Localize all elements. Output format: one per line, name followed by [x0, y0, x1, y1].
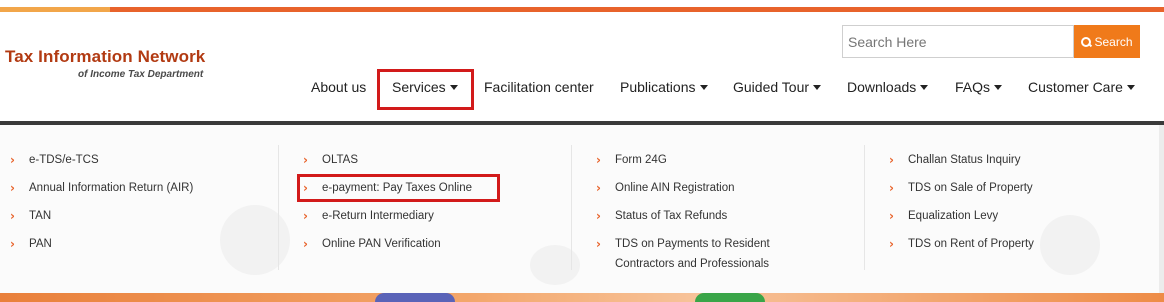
menu-link-form-24g[interactable]: Form 24G	[615, 150, 667, 170]
column-divider	[864, 145, 865, 270]
nav-faqs[interactable]: FAQs	[955, 79, 1003, 95]
column-divider	[278, 145, 279, 270]
menu-link-tds-rent-of-property[interactable]: TDS on Rent of Property	[908, 234, 1034, 254]
nav-customer-care-label: Customer Care	[1028, 79, 1123, 95]
nav-facilitation-center-label: Facilitation center	[484, 79, 594, 95]
chevron-right-icon: ›	[303, 209, 308, 223]
nav-downloads-label: Downloads	[847, 79, 917, 95]
search-button[interactable]: Search	[1074, 25, 1140, 58]
chevron-right-icon: ›	[303, 153, 308, 167]
nav-facilitation-center[interactable]: Facilitation center	[484, 79, 594, 95]
site-title: Tax Information Network	[5, 47, 206, 66]
hero-banner	[0, 293, 1164, 302]
nav-faqs-label: FAQs	[955, 79, 991, 95]
nav-publications[interactable]: Publications	[620, 79, 708, 95]
menu-link-status-of-tax-refunds[interactable]: Status of Tax Refunds	[615, 206, 727, 226]
chevron-right-icon: ›	[10, 153, 15, 167]
scrollbar-track[interactable]	[1159, 125, 1164, 293]
chevron-right-icon: ›	[303, 237, 308, 251]
menu-link-tds-resident-contractors-line2[interactable]: Contractors and Professionals	[615, 254, 769, 274]
background-decoration	[1040, 215, 1100, 275]
background-decoration	[220, 205, 290, 275]
chevron-right-icon: ›	[889, 209, 894, 223]
chevron-right-icon: ›	[596, 181, 601, 195]
services-highlight-box	[377, 69, 474, 110]
menu-link-tan[interactable]: TAN	[29, 206, 51, 226]
menu-link-challan-status-inquiry[interactable]: Challan Status Inquiry	[908, 150, 1021, 170]
top-accent-strip	[0, 0, 1164, 13]
chevron-down-icon	[994, 84, 1003, 90]
chevron-down-icon	[699, 84, 708, 90]
chevron-right-icon: ›	[596, 209, 601, 223]
chevron-right-icon: ›	[889, 237, 894, 251]
chevron-right-icon: ›	[596, 153, 601, 167]
nav-publications-label: Publications	[620, 79, 696, 95]
nav-about-us-label: About us	[311, 79, 367, 95]
chevron-right-icon: ›	[10, 209, 15, 223]
chevron-right-icon: ›	[10, 181, 15, 195]
search-input[interactable]	[842, 25, 1074, 58]
search-button-label: Search	[1094, 34, 1133, 49]
banner-graphic	[695, 293, 765, 302]
e-payment-highlight-box	[297, 174, 500, 202]
nav-downloads[interactable]: Downloads	[847, 79, 929, 95]
menu-link-online-pan-verification[interactable]: Online PAN Verification	[322, 234, 441, 254]
chevron-right-icon: ›	[889, 181, 894, 195]
accent-bar-main	[110, 7, 1164, 12]
chevron-down-icon	[813, 84, 822, 90]
search-icon	[1081, 36, 1092, 47]
chevron-right-icon: ›	[889, 153, 894, 167]
banner-graphic	[375, 293, 455, 302]
site-subtitle: of Income Tax Department	[78, 69, 204, 80]
menu-link-tds-sale-of-property[interactable]: TDS on Sale of Property	[908, 178, 1033, 198]
menu-link-oltas[interactable]: OLTAS	[322, 150, 358, 170]
chevron-down-icon	[1126, 84, 1135, 90]
nav-guided-tour-label: Guided Tour	[733, 79, 810, 95]
background-decoration	[530, 245, 580, 285]
menu-link-online-ain-registration[interactable]: Online AIN Registration	[615, 178, 735, 198]
chevron-right-icon: ›	[10, 237, 15, 251]
column-divider	[571, 145, 572, 270]
menu-link-equalization-levy[interactable]: Equalization Levy	[908, 206, 998, 226]
nav-guided-tour[interactable]: Guided Tour	[733, 79, 822, 95]
chevron-down-icon	[920, 84, 929, 90]
site-logo[interactable]: Tax Information Network of Income Tax De…	[5, 47, 206, 80]
menu-link-e-tds[interactable]: e-TDS/e-TCS	[29, 150, 99, 170]
menu-link-pan[interactable]: PAN	[29, 234, 52, 254]
menu-link-e-return-intermediary[interactable]: e-Return Intermediary	[322, 206, 434, 226]
nav-customer-care[interactable]: Customer Care	[1028, 79, 1135, 95]
chevron-right-icon: ›	[596, 237, 601, 251]
menu-link-air[interactable]: Annual Information Return (AIR)	[29, 178, 193, 198]
accent-bar-left	[0, 7, 110, 12]
menu-link-tds-resident-contractors[interactable]: TDS on Payments to Resident	[615, 234, 770, 254]
nav-about-us[interactable]: About us	[311, 79, 366, 95]
